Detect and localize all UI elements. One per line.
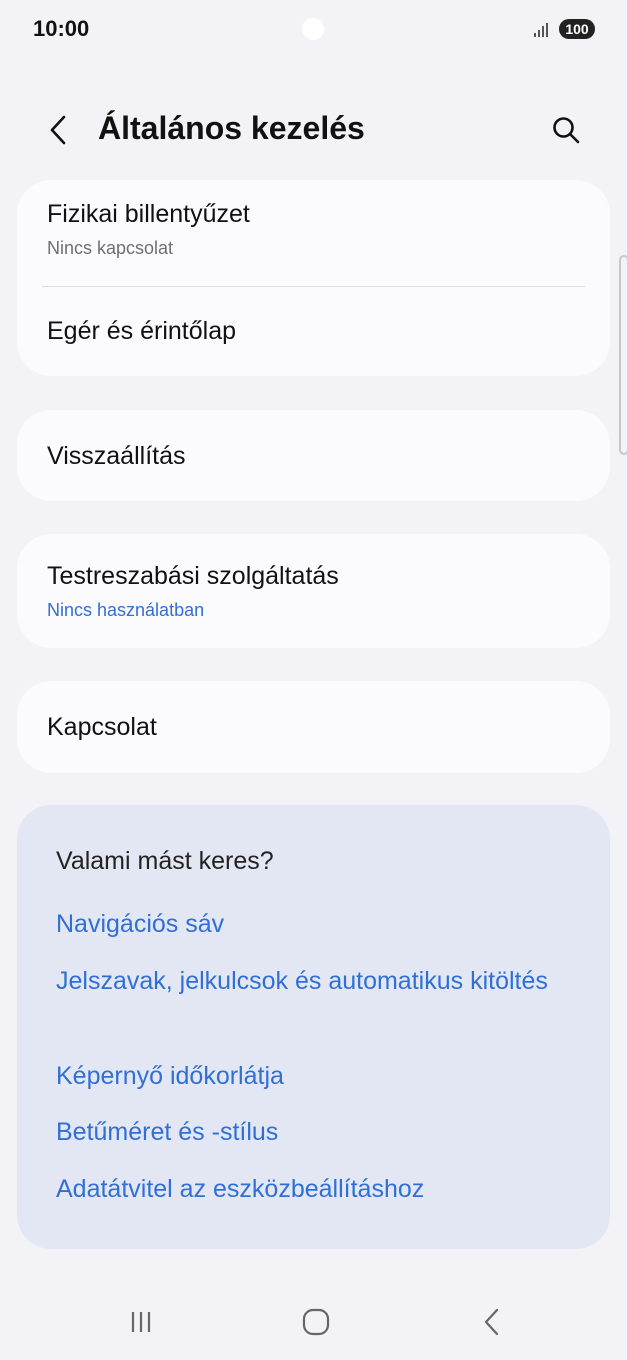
list-item-title: Visszaállítás	[47, 442, 186, 470]
settings-group-input: Fizikai billentyűzet Nincs kapcsolat Egé…	[17, 180, 610, 376]
suggestion-link[interactable]: Jelszavak, jelkulcsok és automatikus kit…	[56, 960, 556, 1002]
list-item-reset[interactable]: Visszaállítás	[17, 410, 610, 501]
list-item-mouse-touchpad[interactable]: Egér és érintőlap	[17, 287, 610, 376]
list-item-title: Fizikai billentyűzet	[47, 200, 250, 228]
app-header: Általános kezelés	[0, 90, 627, 170]
settings-group-reset: Visszaállítás	[17, 410, 610, 501]
suggestions-card: Valami mást keres? Navigációs sáv Jelsza…	[17, 805, 610, 1249]
back-arrow-icon	[50, 115, 66, 145]
list-item-subtitle: Nincs használatban	[47, 600, 205, 620]
signal-icon	[533, 22, 551, 43]
recents-button[interactable]	[111, 1300, 171, 1344]
suggestion-link[interactable]: Képernyő időkorlátja	[56, 1055, 556, 1097]
status-time: 10:00	[33, 16, 90, 41]
recents-icon	[131, 1312, 151, 1332]
search-button[interactable]	[544, 108, 588, 152]
settings-group-customization: Testreszabási szolgáltatás Nincs használ…	[17, 534, 610, 648]
list-item-physical-keyboard[interactable]: Fizikai billentyűzet Nincs kapcsolat	[17, 180, 610, 286]
back-icon	[484, 1308, 499, 1336]
page-title: Általános kezelés	[98, 110, 365, 146]
suggestions-heading: Valami mást keres?	[56, 847, 274, 875]
suggestion-link[interactable]: Navigációs sáv	[56, 903, 556, 945]
home-button[interactable]	[286, 1300, 346, 1344]
status-bar: 10:00 100	[0, 0, 627, 60]
home-icon	[302, 1308, 330, 1336]
scrollbar[interactable]	[619, 255, 627, 455]
camera-cutout	[302, 18, 324, 40]
settings-group-contact: Kapcsolat	[17, 681, 610, 773]
list-item-contact[interactable]: Kapcsolat	[17, 681, 610, 773]
list-item-title: Egér és érintőlap	[47, 317, 237, 345]
battery-icon: 100	[559, 19, 595, 39]
suggestion-link[interactable]: Betűméret és -stílus	[56, 1111, 556, 1153]
list-item-subtitle: Nincs kapcsolat	[47, 238, 174, 258]
system-nav-bar	[0, 1280, 627, 1360]
list-item-customization-service[interactable]: Testreszabási szolgáltatás Nincs használ…	[17, 534, 610, 648]
nav-back-button[interactable]	[462, 1300, 522, 1344]
list-item-title: Kapcsolat	[47, 713, 157, 741]
back-button[interactable]	[38, 108, 78, 152]
list-item-title: Testreszabási szolgáltatás	[47, 562, 339, 590]
search-icon	[553, 117, 580, 144]
suggestion-link[interactable]: Adatátvitel az eszközbeállításhoz	[56, 1168, 556, 1210]
